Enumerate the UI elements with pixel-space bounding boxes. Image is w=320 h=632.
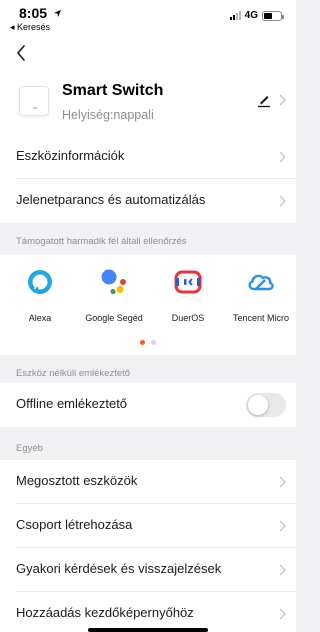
- edit-name-button[interactable]: [256, 92, 272, 108]
- chevron-right-icon: [279, 151, 286, 163]
- back-to-app-link[interactable]: ◂ Keresés: [10, 22, 50, 33]
- third-party-section-title: Támogatott harmadik fél általi ellenőrzé…: [16, 236, 187, 247]
- chevron-right-icon: [279, 94, 286, 106]
- chevron-right-icon: [279, 520, 286, 532]
- assistant-name: Alexa: [28, 313, 52, 323]
- signal-strength-icon: [229, 11, 241, 20]
- status-bar: 8:05 ◂ Keresés 4G: [0, 0, 296, 36]
- dueros-icon: [173, 267, 203, 297]
- offline-reminder-row: Offline emlékeztető: [0, 383, 296, 427]
- shared-devices-label: Megosztott eszközök: [16, 473, 138, 488]
- status-time-text: 8:05: [19, 5, 48, 21]
- create-group-label: Csoport létrehozása: [16, 517, 133, 532]
- carousel-pager: [0, 340, 296, 345]
- assistant-google[interactable]: Google Segéd: [74, 267, 154, 323]
- device-name: Smart Switch: [62, 82, 164, 99]
- assistant-dueros[interactable]: DuerOS: [148, 267, 228, 323]
- assistant-tencent[interactable]: Tencent Micro: [221, 267, 301, 323]
- create-group-row[interactable]: Csoport létrehozása: [0, 504, 296, 548]
- chevron-right-icon: [279, 476, 286, 488]
- device-info-row[interactable]: Eszközinformációk: [0, 135, 296, 179]
- nav-bar: [0, 36, 296, 70]
- scenes-automation-row[interactable]: Jelenetparancs és automatizálás: [0, 179, 296, 223]
- shared-devices-row[interactable]: Megosztott eszközök: [0, 460, 296, 504]
- pager-dot[interactable]: [151, 340, 156, 345]
- assistant-name: DuerOS: [171, 313, 205, 323]
- add-to-home-label: Hozzáadás kezdőképernyőhöz: [16, 605, 194, 620]
- faq-feedback-label: Gyakori kérdések és visszajelzések: [16, 561, 222, 576]
- chevron-right-icon: [279, 564, 286, 576]
- tencent-cloud-icon: [246, 267, 276, 297]
- pencil-icon: [258, 96, 270, 108]
- home-indicator[interactable]: [88, 628, 208, 632]
- faq-feedback-row[interactable]: Gyakori kérdések és visszajelzések: [0, 548, 296, 592]
- add-to-home-row[interactable]: Hozzáadás kezdőképernyőhöz: [0, 592, 296, 632]
- status-time: 8:05: [19, 5, 62, 21]
- chevron-left-icon: [17, 45, 25, 61]
- location-arrow-icon: [53, 9, 62, 18]
- chevron-right-icon: [279, 608, 286, 620]
- chevron-right-icon: [279, 195, 286, 207]
- other-section-title: Egyéb: [16, 443, 43, 454]
- google-assistant-icon: [99, 267, 129, 297]
- assistants-carousel[interactable]: Alexa Google Segéd DuerOS Tencent Micro: [0, 255, 296, 355]
- status-indicators: 4G: [229, 10, 284, 21]
- back-button[interactable]: [8, 40, 34, 66]
- toggle-knob: [248, 395, 268, 415]
- alexa-icon: [25, 267, 55, 297]
- offline-section-title: Eszköz nélküli emlékeztető: [16, 368, 131, 379]
- device-location: Helyiség:nappali: [62, 108, 154, 122]
- pager-dot-active[interactable]: [140, 340, 145, 345]
- assistant-name: Google Segéd: [85, 313, 143, 323]
- offline-reminder-label: Offline emlékeztető: [16, 396, 128, 411]
- assistant-alexa[interactable]: Alexa: [0, 267, 80, 323]
- network-type: 4G: [244, 10, 258, 21]
- offline-reminder-toggle[interactable]: [246, 393, 286, 417]
- device-header[interactable]: Smart Switch Helyiség:nappali: [0, 70, 296, 135]
- device-info-label: Eszközinformációk: [16, 148, 125, 163]
- assistant-name: Tencent Micro: [232, 313, 290, 323]
- battery-icon: [262, 10, 284, 21]
- scenes-automation-label: Jelenetparancs és automatizálás: [16, 192, 206, 207]
- device-image: [19, 86, 49, 116]
